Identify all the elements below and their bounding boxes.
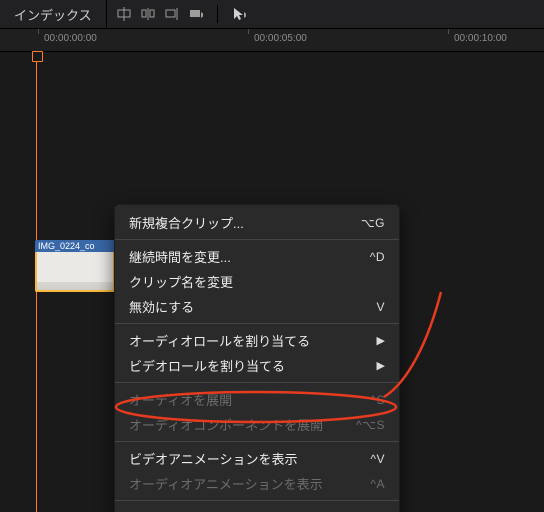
position-tool-icon[interactable]: [117, 7, 131, 21]
menu-lift-from-storyline[interactable]: ストーリーラインからリフト⌥⌘↑: [115, 505, 399, 512]
pointer-tool-icon[interactable]: [232, 7, 246, 21]
submenu-arrow-icon: ▶: [377, 334, 385, 347]
menu-separator: [115, 500, 399, 501]
index-button[interactable]: インデックス: [0, 0, 107, 28]
insert-tool-icon[interactable]: [141, 7, 155, 21]
timeline-area[interactable]: IMG_0224_co 新規複合クリップ...⌥G 継続時間を変更...^D ク…: [0, 52, 544, 512]
append-tool-icon[interactable]: [165, 7, 179, 21]
menu-change-duration[interactable]: 継続時間を変更...^D: [115, 244, 399, 269]
menu-expand-audio-components: オーディオコンポーネントを展開^⌥S: [115, 412, 399, 437]
menu-assign-video-role[interactable]: ビデオロールを割り当てる▶: [115, 353, 399, 378]
menu-show-audio-animation: オーディオアニメーションを表示^A: [115, 471, 399, 496]
clip-thumbnail: [35, 252, 115, 292]
submenu-arrow-icon: ▶: [377, 359, 385, 372]
overwrite-tool-icon[interactable]: [189, 7, 203, 21]
menu-separator: [115, 382, 399, 383]
menu-separator: [115, 441, 399, 442]
menu-expand-audio: オーディオを展開^S: [115, 387, 399, 412]
timeline-ruler[interactable]: 00:00:00:00 00:00:05:00 00:00:10:00: [0, 29, 544, 52]
timeline-clip[interactable]: IMG_0224_co: [35, 240, 115, 292]
menu-new-compound-clip[interactable]: 新規複合クリップ...⌥G: [115, 210, 399, 235]
menu-disable[interactable]: 無効にするV: [115, 294, 399, 319]
ruler-tick-label: 00:00:10:00: [454, 33, 507, 44]
ruler-tick-label: 00:00:00:00: [44, 33, 97, 44]
context-menu: 新規複合クリップ...⌥G 継続時間を変更...^D クリップ名を変更 無効にす…: [114, 204, 400, 512]
menu-assign-audio-role[interactable]: オーディオロールを割り当てる▶: [115, 328, 399, 353]
menu-rename-clip[interactable]: クリップ名を変更: [115, 269, 399, 294]
menu-separator: [115, 239, 399, 240]
menu-separator: [115, 323, 399, 324]
menu-show-video-animation[interactable]: ビデオアニメーションを表示^V: [115, 446, 399, 471]
toolbar-separator: [217, 5, 218, 23]
ruler-tick-label: 00:00:05:00: [254, 33, 307, 44]
clip-title: IMG_0224_co: [35, 240, 115, 252]
